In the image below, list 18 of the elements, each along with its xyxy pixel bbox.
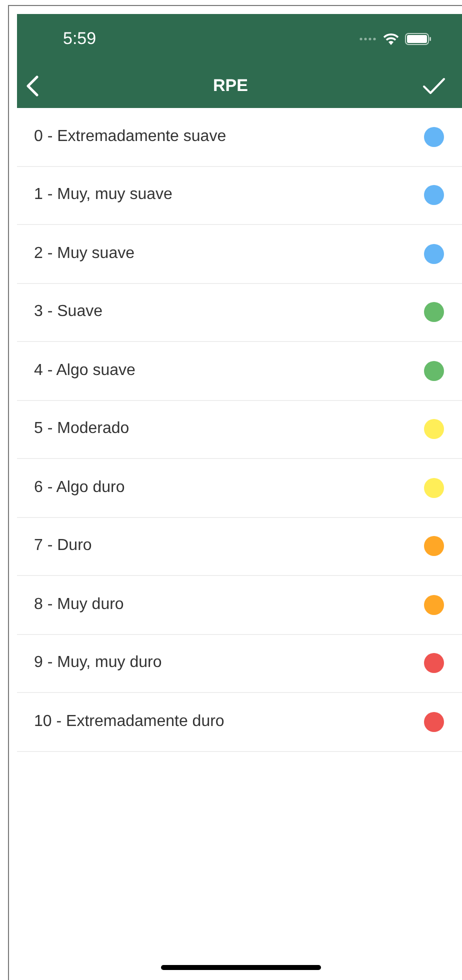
status-time: 5:59 (63, 29, 96, 49)
wifi-icon (383, 33, 399, 45)
confirm-button[interactable] (422, 77, 446, 95)
rpe-option[interactable]: 4 - Algo suave (17, 342, 462, 400)
rpe-option[interactable]: 10 - Extremadamente duro (17, 693, 462, 752)
rpe-option[interactable]: 7 - Duro (17, 518, 462, 576)
rpe-option[interactable]: 2 - Muy suave (17, 225, 462, 284)
rpe-option[interactable]: 1 - Muy, muy suave (17, 166, 462, 225)
battery-icon (405, 33, 432, 45)
signal-icon (359, 37, 377, 41)
rpe-option[interactable]: 8 - Muy duro (17, 576, 462, 634)
rpe-option[interactable]: 3 - Suave (17, 284, 462, 342)
screen-title: RPE (213, 76, 248, 96)
back-button[interactable] (25, 75, 39, 97)
rpe-option[interactable]: 0 - Extremadamente suave (17, 108, 462, 166)
rpe-option[interactable]: 9 - Muy, muy duro (17, 634, 462, 693)
rpe-option[interactable]: 6 - Algo duro (17, 459, 462, 518)
rpe-option[interactable]: 5 - Moderado (17, 400, 462, 459)
